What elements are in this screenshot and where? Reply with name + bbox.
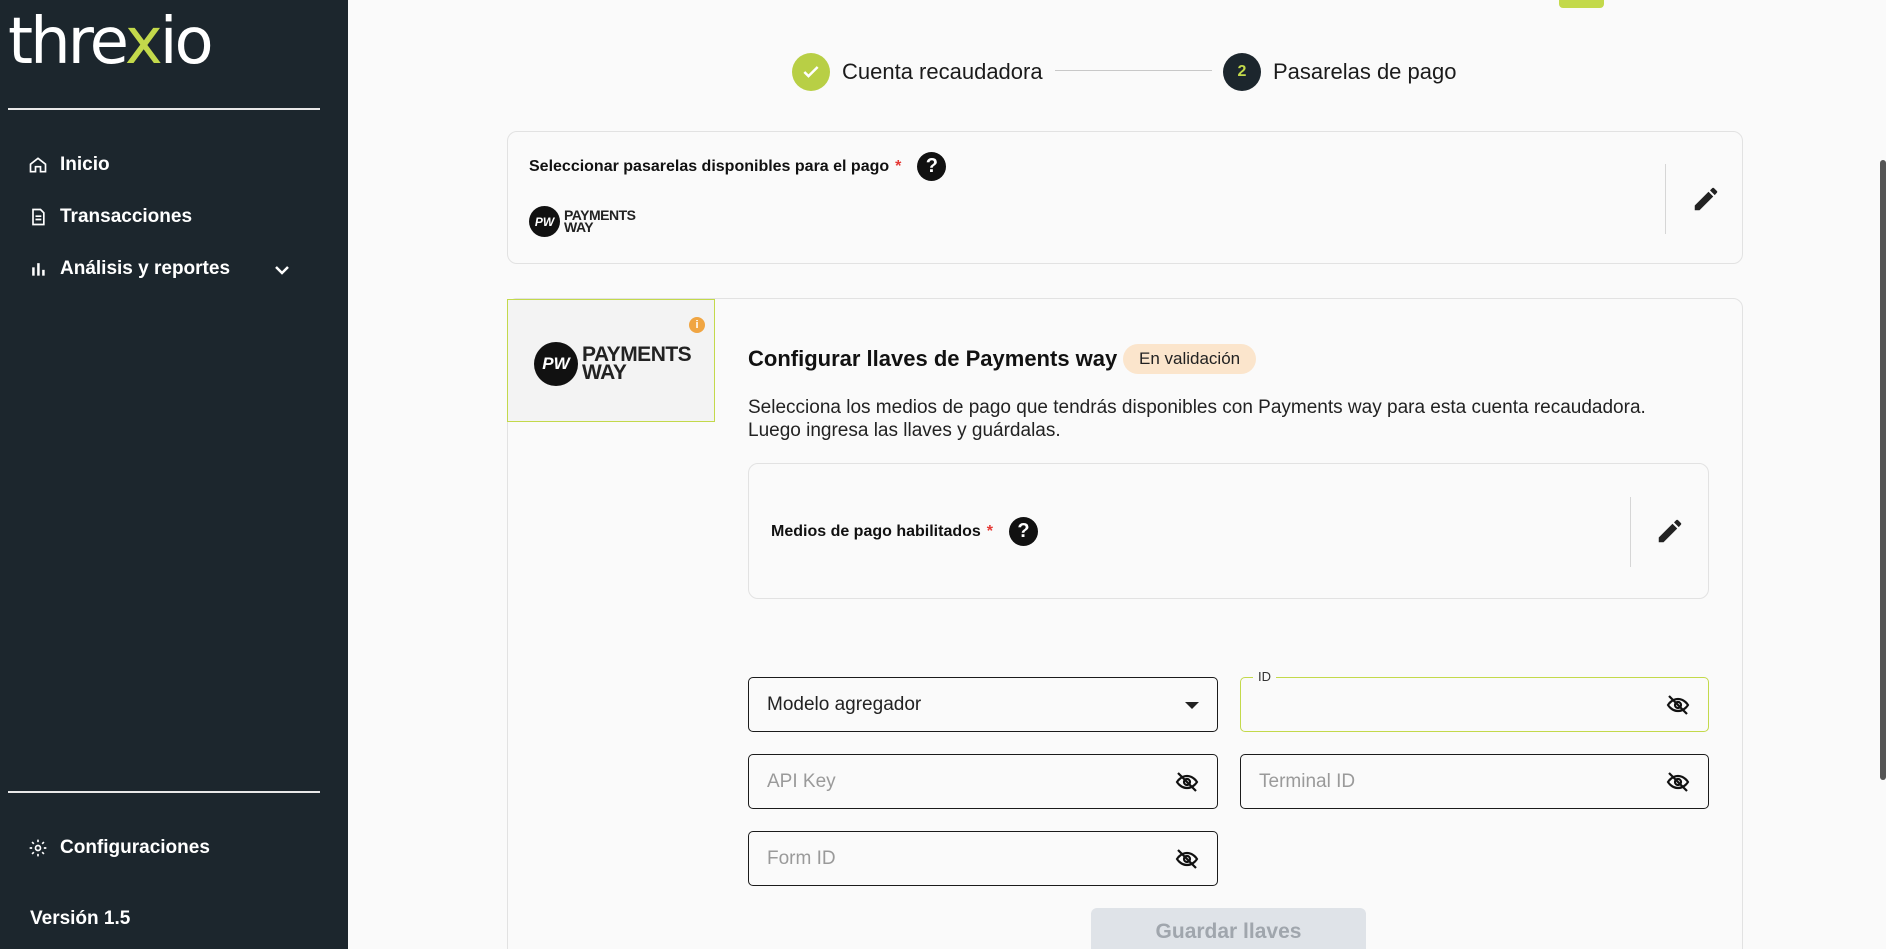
sidebar-item-inicio[interactable]: Inicio (28, 154, 110, 176)
eye-off-icon[interactable] (1664, 770, 1692, 794)
pw-wordmark-line2: WAY (582, 361, 627, 384)
eye-off-icon[interactable] (1664, 693, 1692, 717)
payment-methods-label: Medios de pago habilitados * ? (771, 517, 1039, 546)
config-description: Selecciona los medios de pago que tendrá… (748, 396, 1708, 442)
gear-icon (29, 839, 47, 857)
status-badge: En validación (1123, 344, 1257, 374)
step-number: 2 (1223, 53, 1261, 91)
logo-text-x: x (124, 5, 163, 79)
vertical-divider (1630, 497, 1631, 567)
gateways-selection-card: Seleccionar pasarelas disponibles para e… (507, 131, 1743, 264)
stepper-connector (1055, 70, 1212, 71)
api-key-placeholder: API Key (767, 770, 836, 792)
threxio-logo[interactable]: threxio (8, 10, 214, 74)
gateways-label: Seleccionar pasarelas disponibles para e… (529, 152, 947, 181)
top-accent-tab[interactable] (1559, 0, 1604, 8)
pw-badge: PW (534, 342, 578, 386)
logo-text-suffix: io (159, 5, 214, 79)
document-icon (32, 208, 45, 226)
sidebar-item-configuraciones[interactable]: Configuraciones (28, 837, 210, 859)
payment-methods-label-text: Medios de pago habilitados (771, 522, 981, 540)
config-description-line2: Luego ingresa las llaves y guárdalas. (748, 420, 1061, 441)
payments-way-logo-large: PW PAYMENTS WAY (534, 342, 692, 386)
bar-chart-icon (32, 263, 45, 276)
config-description-line1: Selecciona los medios de pago que tendrá… (748, 397, 1646, 418)
form-id-field[interactable]: Form ID (748, 831, 1218, 886)
logo-text-prefix: thre (8, 5, 128, 79)
help-icon[interactable]: ? (917, 152, 947, 181)
step-label: Cuenta recaudadora (842, 59, 1043, 84)
eye-off-icon[interactable] (1173, 847, 1201, 871)
gateways-label-text: Seleccionar pasarelas disponibles para e… (529, 157, 890, 175)
help-icon[interactable]: ? (1009, 517, 1039, 546)
id-field-label: ID (1253, 669, 1276, 684)
edit-pencil-icon[interactable] (1655, 516, 1685, 546)
eye-off-icon[interactable] (1173, 770, 1201, 794)
id-field[interactable]: ID (1240, 669, 1709, 732)
info-icon[interactable]: i (689, 317, 705, 333)
page-scrollbar[interactable] (1880, 160, 1886, 780)
step-cuenta-recaudadora[interactable]: Cuenta recaudadora (792, 53, 1043, 91)
step-label: Pasarelas de pago (1273, 59, 1457, 84)
sidebar-item-label: Análisis y reportes (60, 258, 231, 279)
home-icon (29, 157, 47, 173)
sidebar-item-transacciones[interactable]: Transacciones (28, 206, 192, 228)
pw-badge: PW (529, 206, 560, 237)
sidebar-divider-bottom (8, 791, 320, 793)
config-title: Configurar llaves de Payments way (748, 346, 1118, 371)
form-id-placeholder: Form ID (767, 847, 836, 869)
check-icon (792, 53, 830, 91)
pw-wordmark: PAYMENTS WAY (582, 344, 692, 384)
required-marker: * (895, 157, 902, 175)
model-select-value: Modelo agregador (767, 693, 922, 715)
pw-wordmark: PAYMENTS WAY (564, 208, 636, 235)
terminal-id-field[interactable]: Terminal ID (1240, 754, 1709, 809)
save-keys-button[interactable]: Guardar llaves (1091, 908, 1366, 949)
payments-way-tile[interactable]: i PW PAYMENTS WAY (507, 299, 715, 422)
version-label: Versión 1.5 (30, 908, 131, 929)
pw-wordmark-line2: WAY (564, 218, 594, 235)
step-pasarelas-de-pago[interactable]: 2 Pasarelas de pago (1223, 53, 1456, 91)
vertical-divider (1665, 164, 1666, 234)
sidebar-divider-top (8, 108, 320, 110)
sidebar-item-label: Configuraciones (60, 837, 210, 858)
sidebar-item-label: Inicio (60, 154, 110, 175)
sidebar: threxio Inicio Transacciones Análisis y … (0, 0, 348, 949)
dropdown-caret-icon (1185, 702, 1199, 709)
edit-pencil-icon[interactable] (1691, 184, 1721, 214)
terminal-id-placeholder: Terminal ID (1259, 770, 1356, 792)
chevron-down-icon[interactable] (270, 258, 294, 282)
api-key-field[interactable]: API Key (748, 754, 1218, 809)
payment-methods-card: Medios de pago habilitados * ? (748, 463, 1709, 599)
payments-way-logo-small: PW PAYMENTS WAY (529, 206, 636, 237)
model-select[interactable]: Modelo agregador (748, 677, 1218, 732)
sidebar-item-analisis[interactable]: Análisis y reportes (28, 258, 230, 280)
sidebar-item-label: Transacciones (60, 206, 193, 227)
required-marker: * (986, 522, 994, 540)
